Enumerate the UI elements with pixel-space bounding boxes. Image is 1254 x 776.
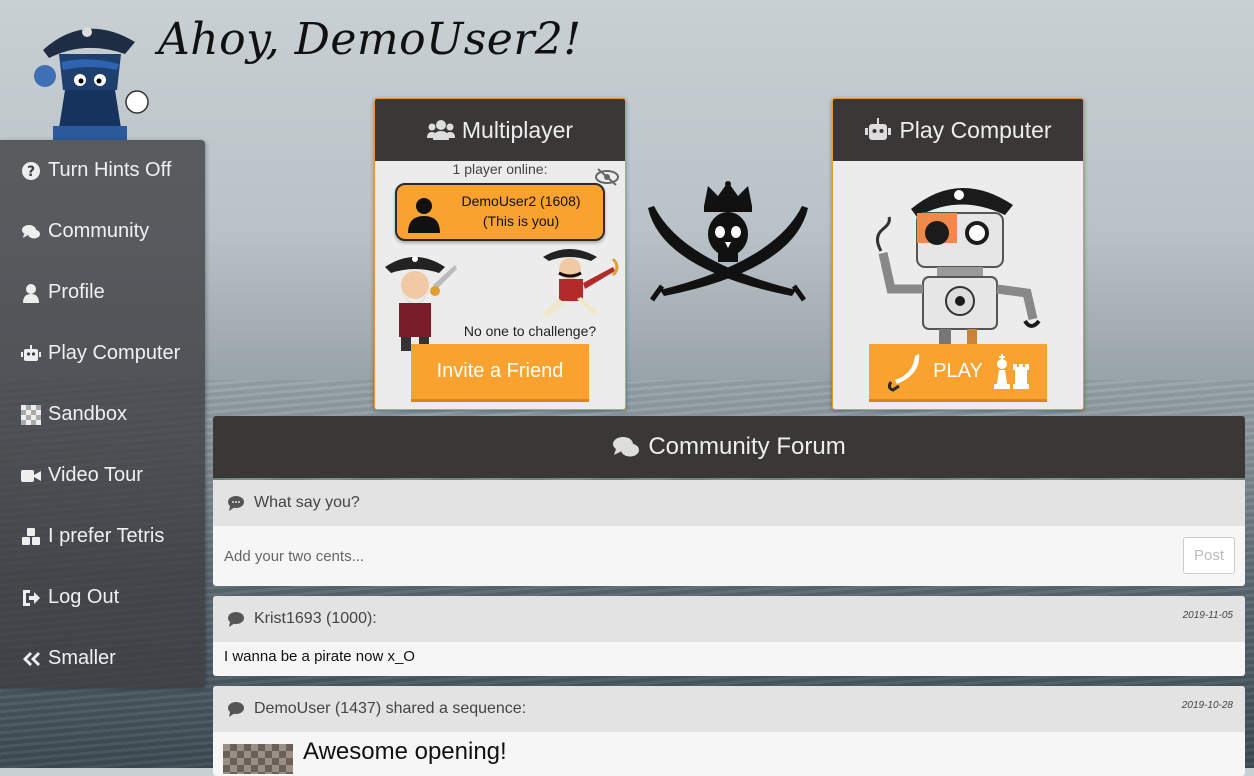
player-note: (This is you) xyxy=(482,213,560,229)
comments-icon xyxy=(613,437,640,457)
message-text: I wanna be a pirate now x_O xyxy=(224,648,415,665)
chessboard-icon xyxy=(20,404,42,425)
sidebar-item-label: Turn Hints Off xyxy=(48,159,172,181)
multiplayer-title: Multiplayer xyxy=(461,116,574,143)
post-input[interactable] xyxy=(213,526,1186,586)
message-date: 2019-10-28 xyxy=(1181,700,1233,711)
sign-out-icon xyxy=(20,588,42,608)
player-name: DemoUser2 (1608) xyxy=(461,193,581,209)
play-computer-card: Play Computer PLAY xyxy=(832,98,1084,410)
message-header: DemoUser (1437) shared a sequence: 2019-… xyxy=(213,686,1245,732)
sidebar-item-label: Community xyxy=(48,220,150,242)
multiplayer-card: Multiplayer 1 player online: DemoUser2 (… xyxy=(374,98,626,410)
sidebar-item-label: Profile xyxy=(48,281,105,303)
post-prompt: What say you? xyxy=(254,494,360,511)
player-card-self: DemoUser2 (1608) (This is you) xyxy=(395,183,605,241)
message-header: Krist1693 (1000): 2019-11-05 xyxy=(213,596,1245,642)
community-forum-header: Community Forum xyxy=(213,416,1245,478)
multiplayer-header: Multiplayer xyxy=(375,99,625,161)
cutlass-icon xyxy=(888,353,920,392)
user-avatar-icon xyxy=(408,198,440,233)
post-button[interactable]: Post xyxy=(1183,537,1235,574)
sidebar-item-hints[interactable]: ? Turn Hints Off xyxy=(0,140,205,201)
new-post-box: What say you? Post xyxy=(213,480,1245,586)
sidebar-item-label: Video Tour xyxy=(48,464,143,486)
svg-text:?: ? xyxy=(27,164,35,180)
play-computer-title: Play Computer xyxy=(899,116,1052,143)
challenge-prompt: No one to challenge? xyxy=(463,323,597,339)
jolly-roger-crossed-swords-icon xyxy=(648,181,808,302)
sidebar-item-community[interactable]: Community xyxy=(0,201,205,262)
sidebar-menu: ? Turn Hints Off Community Profile Play … xyxy=(0,140,205,688)
sidebar-item-video-tour[interactable]: Video Tour xyxy=(0,445,205,506)
user-icon xyxy=(20,283,42,303)
post-prompt-header: What say you? xyxy=(213,480,1245,526)
double-chevron-left-icon xyxy=(20,649,42,669)
sidebar-item-smaller[interactable]: Smaller xyxy=(0,628,205,689)
robot-icon xyxy=(20,344,42,364)
cubes-icon xyxy=(20,527,42,547)
question-circle-icon: ? xyxy=(20,161,42,181)
pirate-rook-mascot-icon xyxy=(34,27,149,140)
sidebar-item-tetris[interactable]: I prefer Tetris xyxy=(0,506,205,567)
comment-icon xyxy=(228,612,244,627)
sequence-board-thumbnail[interactable] xyxy=(223,744,293,774)
online-count-text: 1 player online: xyxy=(375,161,625,177)
dancing-pirate-icon xyxy=(543,249,619,317)
play-button-label: PLAY xyxy=(933,360,983,382)
sidebar-item-logout[interactable]: Log Out xyxy=(0,567,205,628)
sidebar-item-sandbox[interactable]: Sandbox xyxy=(0,384,205,445)
sidebar-item-play-computer[interactable]: Play Computer xyxy=(0,323,205,384)
sidebar-item-label: Log Out xyxy=(48,586,120,608)
robot-icon xyxy=(865,118,892,140)
pirate-robot-illustration-icon xyxy=(876,187,1041,349)
sidebar-item-profile[interactable]: Profile xyxy=(0,262,205,323)
invite-friend-button[interactable]: Invite a Friend xyxy=(411,344,589,402)
sidebar-item-label: Play Computer xyxy=(48,342,181,364)
comment-icon xyxy=(228,702,244,717)
forum-message: DemoUser (1437) shared a sequence: 2019-… xyxy=(213,686,1245,776)
greeting-title: Ahoy, DemoUser2! xyxy=(158,14,582,65)
message-author: DemoUser (1437) shared a sequence: xyxy=(254,700,527,717)
message-author: Krist1693 (1000): xyxy=(254,610,377,627)
sidebar-item-label: Smaller xyxy=(48,647,116,669)
forum-title: Community Forum xyxy=(648,433,846,460)
video-icon xyxy=(20,466,42,486)
users-icon xyxy=(426,120,455,140)
online-count-label: 1 player online: xyxy=(452,161,548,177)
comment-dots-icon xyxy=(228,496,244,511)
sidebar-item-label: Sandbox xyxy=(48,403,127,425)
chess-pieces-icon xyxy=(993,353,1029,389)
play-computer-header: Play Computer xyxy=(833,99,1083,161)
sequence-title: Awesome opening! xyxy=(303,738,507,765)
sidebar-item-label: I prefer Tetris xyxy=(48,525,165,547)
forum-message: Krist1693 (1000): 2019-11-05 I wanna be … xyxy=(213,596,1245,676)
play-computer-button[interactable]: PLAY xyxy=(869,344,1047,402)
message-date: 2019-11-05 xyxy=(1182,610,1233,621)
comments-icon xyxy=(20,222,42,242)
